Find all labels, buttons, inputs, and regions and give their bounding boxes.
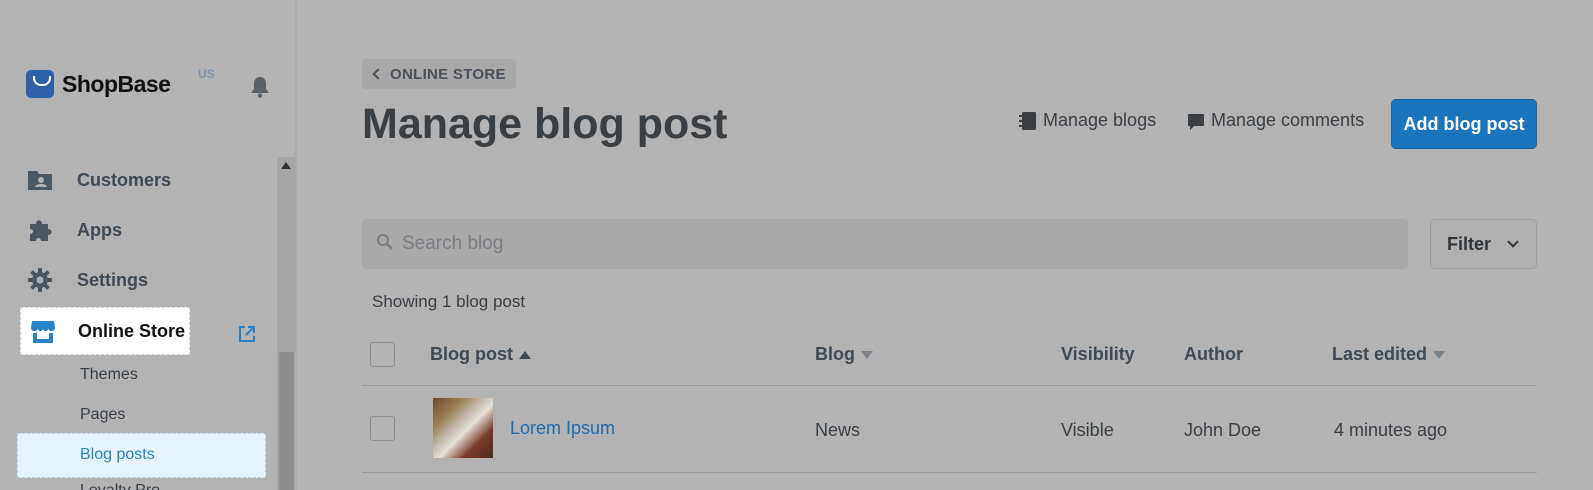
page-title: Manage blog post [362, 100, 728, 148]
column-header-label: Visibility [1061, 344, 1135, 364]
scroll-up-arrow-icon[interactable] [281, 162, 291, 169]
sidebar-subitem-pages[interactable]: Pages [80, 406, 125, 424]
sidebar-subitem-blog-posts[interactable]: Blog posts [17, 433, 266, 478]
column-header-label: Blog [815, 344, 855, 364]
sidebar-item-label: Online Store [78, 321, 186, 341]
sidebar-subitem-themes[interactable]: Themes [80, 366, 138, 384]
visibility-cell: Visible [1061, 420, 1114, 440]
result-count: Showing 1 blog post [372, 292, 526, 311]
search-icon [377, 234, 393, 250]
brand[interactable]: ShopBase US [26, 67, 215, 98]
chevron-left-icon [372, 68, 384, 80]
header-divider [362, 385, 1537, 386]
column-header-visibility: Visibility [1061, 344, 1135, 365]
sidebar-item-online-store[interactable]: Online Store [20, 307, 190, 355]
blog-cell: News [815, 420, 861, 440]
sidebar-item-label: Settings [77, 269, 149, 290]
blog-post-title-link[interactable]: Lorem Ipsum [510, 418, 615, 439]
filter-label: Filter [1447, 233, 1492, 254]
column-header-blog-post[interactable]: Blog post [430, 344, 531, 365]
column-header-blog[interactable]: Blog [815, 344, 873, 365]
shopbase-logo-icon [26, 70, 54, 98]
chevron-down-icon [1507, 236, 1519, 248]
add-blog-post-button[interactable]: Add blog post [1391, 99, 1537, 149]
manage-comments-label: Manage comments [1211, 110, 1365, 130]
column-header-label: Author [1184, 344, 1243, 364]
brand-region: US [198, 67, 215, 81]
row-checkbox[interactable] [370, 416, 395, 441]
sidebar-item-label: Apps [77, 219, 122, 240]
bell-icon[interactable] [250, 76, 270, 98]
search-bar[interactable] [362, 219, 1408, 269]
sort-icon [1433, 350, 1446, 359]
sidebar-item-customers[interactable]: Customers [26, 160, 171, 200]
sort-ascending-icon [519, 350, 531, 359]
sidebar-subitem-loyalty[interactable]: Loyalty Pro [80, 482, 160, 490]
breadcrumb-label: ONLINE STORE [390, 65, 506, 83]
column-header-label: Blog post [430, 344, 513, 364]
manage-blogs-label: Manage blogs [1043, 110, 1157, 130]
breadcrumb-back-button[interactable]: ONLINE STORE [362, 59, 516, 89]
column-header-label: Last edited [1332, 344, 1428, 364]
last-edited-cell: 4 minutes ago [1334, 420, 1448, 440]
store-icon [31, 321, 55, 343]
sidebar-subitem-label: Blog posts [80, 446, 155, 463]
apps-icon [30, 220, 52, 241]
customers-icon [28, 171, 52, 190]
column-header-last-edited[interactable]: Last edited [1332, 344, 1446, 365]
select-all-checkbox[interactable] [370, 342, 395, 367]
sidebar-item-label: Customers [77, 169, 172, 190]
notebook-icon [1019, 111, 1036, 130]
filter-button[interactable]: Filter [1430, 219, 1537, 269]
manage-comments-button[interactable]: Manage comments [1187, 110, 1364, 131]
blog-post-thumbnail[interactable] [433, 398, 493, 458]
row-divider [362, 472, 1537, 473]
gear-icon [28, 268, 52, 292]
sidebar: ShopBase US Customers Apps Settings Onli… [0, 0, 297, 490]
search-input[interactable] [402, 229, 1302, 259]
scrollbar-thumb[interactable] [279, 352, 294, 490]
column-header-author: Author [1184, 344, 1243, 365]
sidebar-item-settings[interactable]: Settings [26, 260, 148, 300]
sidebar-item-apps[interactable]: Apps [26, 210, 122, 250]
main-content: ONLINE STORE Manage blog post Manage blo… [297, 0, 1593, 490]
external-link-icon[interactable] [237, 324, 257, 344]
manage-blogs-button[interactable]: Manage blogs [1019, 110, 1156, 131]
comment-icon [1188, 113, 1204, 130]
author-cell: John Doe [1184, 420, 1262, 440]
sort-icon [861, 350, 873, 359]
brand-name: ShopBase [62, 70, 171, 97]
